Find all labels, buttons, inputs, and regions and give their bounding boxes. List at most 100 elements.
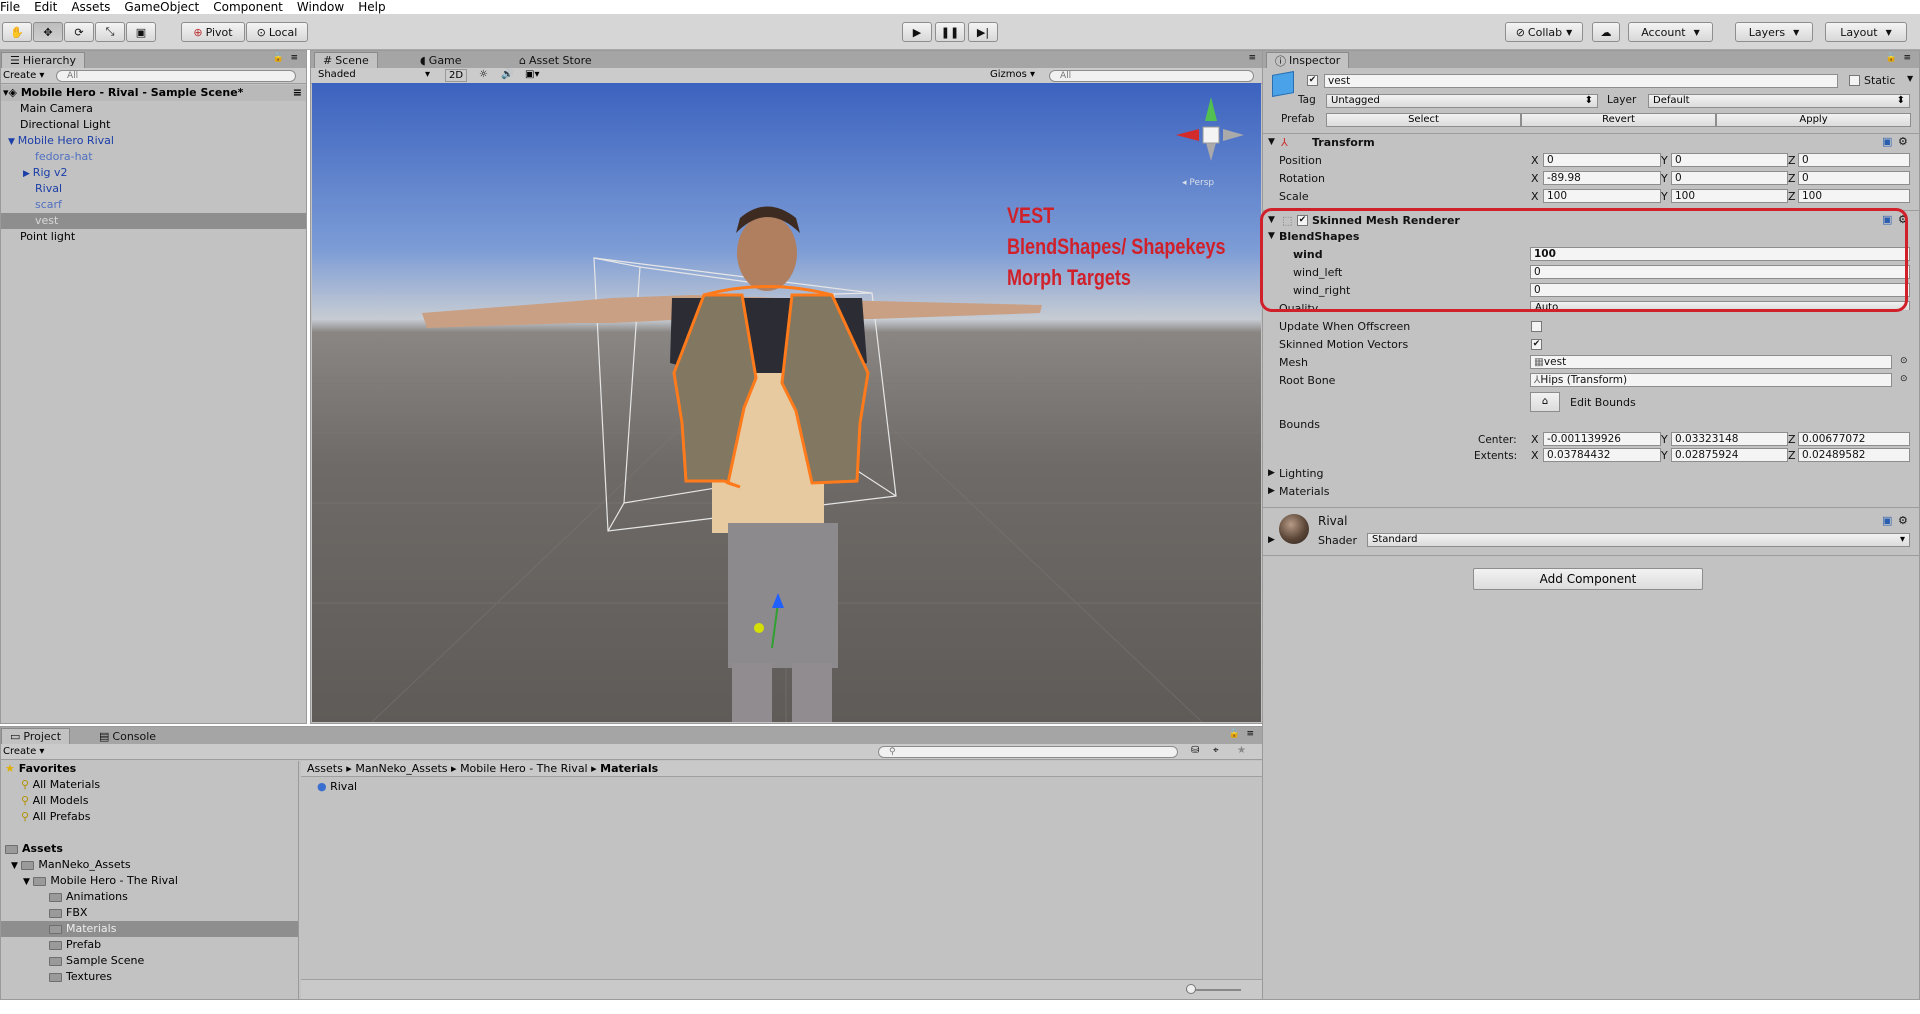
audio-toggle-icon[interactable]: 🔊	[501, 69, 513, 80]
layer-dropdown[interactable]: Default ⬍	[1648, 94, 1910, 108]
extents-y-field[interactable]: 0.02875924	[1671, 448, 1788, 462]
collab-dropdown[interactable]: ⊘ Collab ▼	[1505, 22, 1583, 42]
panel-menu-icon[interactable]: ≡	[1903, 53, 1911, 63]
rotate-tool-button[interactable]: ⟳	[64, 22, 94, 42]
panel-menu-icon[interactable]: ≡	[1246, 729, 1254, 739]
static-checkbox[interactable]	[1849, 75, 1860, 86]
favorite-item-prefabs[interactable]: ⚲ All Prefabs	[1, 809, 298, 825]
menu-edit[interactable]: Edit	[34, 0, 57, 14]
transform-x-field[interactable]: 100	[1543, 189, 1661, 203]
tab-project[interactable]: ▭ Project	[1, 728, 71, 744]
tag-dropdown[interactable]: Untagged ⬍	[1326, 94, 1598, 108]
assets-root-row[interactable]: Assets	[1, 841, 298, 857]
tree-item-mobile-hero[interactable]: ▼ Mobile Hero - The Rival	[1, 873, 298, 889]
expand-arrow-icon[interactable]: ▼	[8, 137, 18, 147]
scene-row[interactable]: ▾◈ Mobile Hero - Rival - Sample Scene* ≡	[1, 85, 306, 101]
scene-search-input[interactable]: All	[1049, 70, 1254, 82]
center-z-field[interactable]: 0.00677072	[1798, 432, 1910, 446]
transform-y-field[interactable]: 0	[1671, 153, 1788, 167]
help-icon[interactable]: ▣	[1882, 135, 1892, 148]
expand-arrow-icon[interactable]: ▼	[23, 877, 30, 887]
filter-label-icon[interactable]: ⌖	[1213, 745, 1219, 756]
transform-z-field[interactable]: 0	[1798, 153, 1910, 167]
pause-button[interactable]: ❚❚	[935, 22, 965, 42]
lock-icon[interactable]: 🔒	[1886, 53, 1897, 63]
lighting-foldout[interactable]: Lighting	[1279, 467, 1323, 480]
step-button[interactable]: ▶|	[968, 22, 998, 42]
menu-gameobject[interactable]: GameObject	[124, 0, 199, 14]
effects-toggle-icon[interactable]: ▣▾	[525, 69, 539, 80]
center-x-field[interactable]: -0.001139926	[1543, 432, 1661, 446]
update-offscreen-checkbox[interactable]	[1531, 321, 1542, 332]
filter-type-icon[interactable]: ⛁	[1191, 745, 1199, 756]
scale-tool-button[interactable]: ⤡	[95, 22, 125, 42]
foldout-arrow-icon[interactable]: ▶	[1268, 535, 1275, 545]
favorite-star-icon[interactable]: ★	[1237, 745, 1246, 756]
tab-hierarchy[interactable]: ☰ Hierarchy	[1, 52, 86, 68]
panel-menu-icon[interactable]: ≡	[290, 53, 298, 63]
account-dropdown[interactable]: Account ▼	[1628, 22, 1713, 42]
hierarchy-item-scarf[interactable]: scarf	[1, 197, 306, 213]
lock-icon[interactable]: 🔒	[273, 53, 284, 63]
menu-window[interactable]: Window	[297, 0, 344, 14]
tree-item-prefab[interactable]: Prefab	[1, 937, 298, 953]
play-button[interactable]: ▶	[902, 22, 932, 42]
gear-icon[interactable]: ⚙	[1898, 135, 1908, 148]
orientation-gizmo[interactable]	[1176, 97, 1244, 161]
edit-bounds-button[interactable]: ⌂	[1530, 392, 1560, 412]
breadcrumb-item[interactable]: Assets	[307, 762, 343, 775]
hierarchy-search-input[interactable]: All	[56, 70, 296, 82]
root-bone-field[interactable]: ⅄Hips (Transform)	[1530, 373, 1892, 387]
tab-game[interactable]: ◖ Game	[412, 52, 470, 68]
2d-toggle[interactable]: 2D	[445, 69, 468, 82]
layers-dropdown[interactable]: Layers ▼	[1735, 22, 1813, 42]
tab-inspector[interactable]: ⓘ Inspector	[1266, 52, 1350, 68]
hierarchy-item-rig[interactable]: ▶ Rig v2	[1, 165, 306, 181]
transform-z-field[interactable]: 100	[1798, 189, 1910, 203]
menu-help[interactable]: Help	[358, 0, 385, 14]
file-item-rival[interactable]: ● Rival	[317, 779, 357, 795]
chevron-down-icon[interactable]: ▼	[1907, 74, 1913, 83]
favorite-item-models[interactable]: ⚲ All Models	[1, 793, 298, 809]
gizmos-dropdown[interactable]: Gizmos ▾	[990, 69, 1035, 80]
tree-item-manneko[interactable]: ▼ ManNeko_Assets	[1, 857, 298, 873]
breadcrumb-item[interactable]: Materials	[600, 762, 658, 775]
hierarchy-item-vest[interactable]: vest	[1, 213, 306, 229]
transform-y-field[interactable]: 100	[1671, 189, 1788, 203]
transform-y-field[interactable]: 0	[1671, 171, 1788, 185]
cloud-button[interactable]: ☁	[1592, 22, 1620, 42]
lock-icon[interactable]: 🔒	[1229, 729, 1240, 739]
breadcrumb-item[interactable]: Mobile Hero - The Rival	[460, 762, 588, 775]
shading-mode-dropdown[interactable]: Shaded ▾	[314, 69, 434, 83]
foldout-arrow-icon[interactable]: ▶	[1268, 468, 1275, 478]
hierarchy-item-mobile-hero-rival[interactable]: ▼ Mobile Hero Rival	[1, 133, 306, 149]
object-picker-icon[interactable]: ⊙	[1900, 374, 1908, 384]
hierarchy-item-directional-light[interactable]: Directional Light	[1, 117, 306, 133]
move-tool-button[interactable]: ✥	[33, 22, 63, 42]
tab-console[interactable]: ▤ Console	[91, 728, 164, 744]
expand-arrow-icon[interactable]: ▼	[11, 861, 18, 871]
object-picker-icon[interactable]: ⊙	[1900, 356, 1908, 366]
object-name-field[interactable]: vest	[1324, 74, 1838, 88]
perspective-label[interactable]: ◂ Persp	[1182, 178, 1214, 188]
prefab-apply-button[interactable]: Apply	[1716, 113, 1911, 127]
active-checkbox[interactable]: ✔	[1307, 75, 1318, 86]
transform-z-field[interactable]: 0	[1798, 171, 1910, 185]
foldout-arrow-icon[interactable]: ▶	[1268, 486, 1275, 496]
prefab-revert-button[interactable]: Revert	[1521, 113, 1716, 127]
gear-icon[interactable]: ⚙	[1898, 514, 1908, 527]
tree-item-animations[interactable]: Animations	[1, 889, 298, 905]
layout-dropdown[interactable]: Layout ▼	[1825, 22, 1907, 42]
extents-z-field[interactable]: 0.02489582	[1798, 448, 1910, 462]
shader-dropdown[interactable]: Standard ▾	[1367, 533, 1910, 547]
menu-file[interactable]: File	[0, 0, 20, 14]
rect-tool-button[interactable]: ▣	[126, 22, 156, 42]
tab-scene[interactable]: # Scene	[314, 52, 378, 68]
create-dropdown[interactable]: Create ▾	[3, 70, 44, 81]
tree-item-materials[interactable]: Materials	[1, 921, 298, 937]
local-toggle[interactable]: ⊙ Local	[246, 22, 308, 42]
transform-x-field[interactable]: -89.98	[1543, 171, 1661, 185]
hierarchy-item-point-light[interactable]: Point light	[1, 229, 306, 245]
add-component-button[interactable]: Add Component	[1473, 568, 1703, 590]
help-icon[interactable]: ▣	[1882, 514, 1892, 527]
